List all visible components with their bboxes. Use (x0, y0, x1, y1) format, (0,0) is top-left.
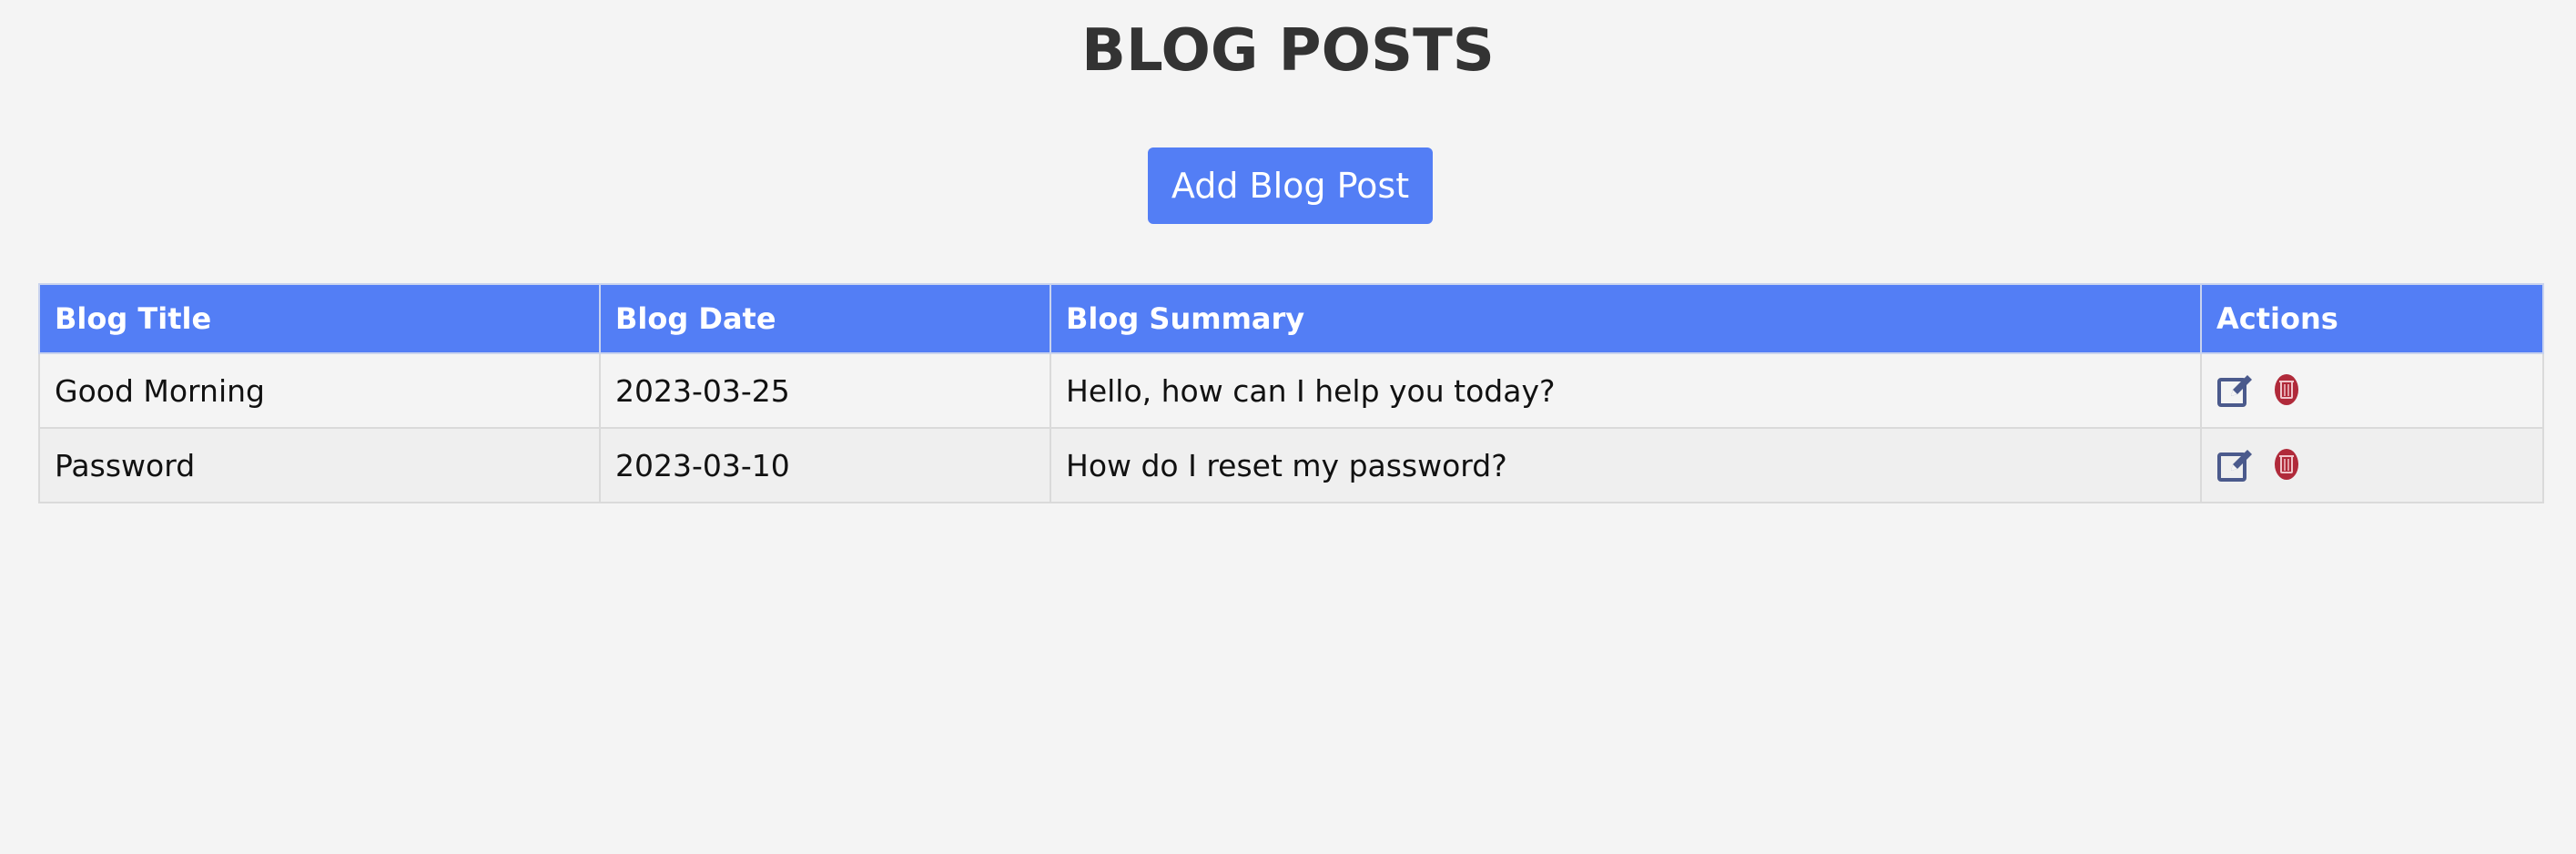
blog-summary-cell: Hello, how can I help you today? (1050, 352, 2202, 429)
edit-icon[interactable] (2216, 371, 2255, 410)
actions-cell (2200, 427, 2544, 503)
edit-icon[interactable] (2216, 446, 2255, 484)
add-blog-post-button[interactable]: Add Blog Post (1148, 147, 1433, 224)
column-header-blog-date: Blog Date (599, 283, 1051, 354)
table-row: Good Morning 2023-03-25 Hello, how can I… (38, 352, 2544, 429)
table-header-row: Blog Title Blog Date Blog Summary Action… (38, 283, 2544, 354)
page-title: BLOG POSTS (1081, 17, 1495, 85)
blog-title-cell: Good Morning (38, 352, 601, 429)
actions-cell (2200, 352, 2544, 429)
trash-icon[interactable] (2267, 446, 2306, 484)
row-actions (2216, 446, 2528, 484)
blog-posts-table: Blog Title Blog Date Blog Summary Action… (38, 283, 2544, 503)
column-header-blog-title: Blog Title (38, 283, 601, 354)
page: BLOG POSTS Add Blog Post Blog Title Blog… (0, 0, 2576, 854)
table-row: Password 2023-03-10 How do I reset my pa… (38, 427, 2544, 503)
column-header-blog-summary: Blog Summary (1050, 283, 2202, 354)
blog-summary-cell: How do I reset my password? (1050, 427, 2202, 503)
row-actions (2216, 371, 2528, 410)
blog-date-cell: 2023-03-25 (599, 352, 1051, 429)
blog-title-cell: Password (38, 427, 601, 503)
blog-date-cell: 2023-03-10 (599, 427, 1051, 503)
column-header-actions: Actions (2200, 283, 2544, 354)
trash-icon[interactable] (2267, 371, 2306, 410)
